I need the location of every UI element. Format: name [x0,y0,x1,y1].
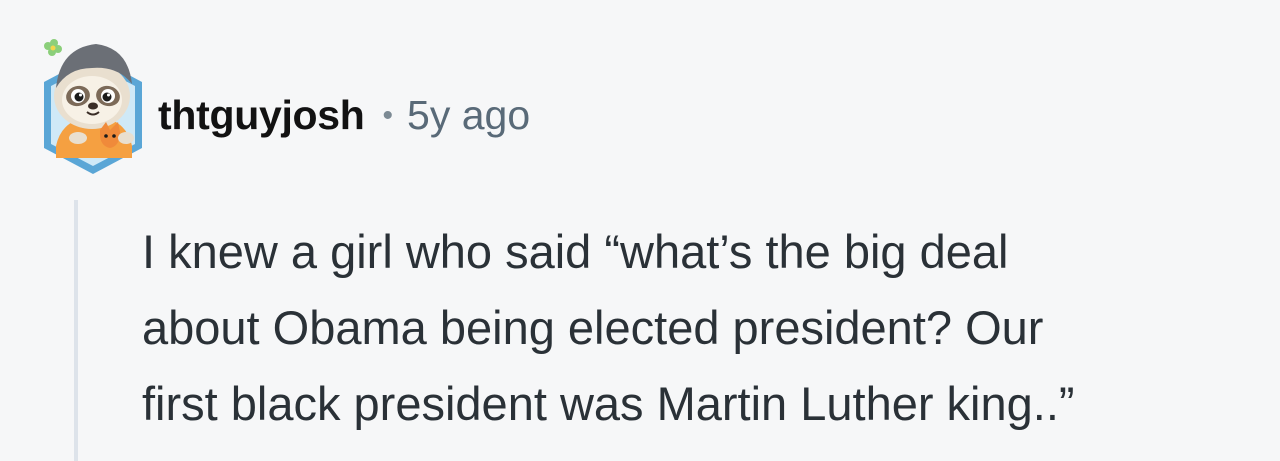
username-link[interactable]: thtguyjosh [158,92,365,139]
meta-separator: • [382,98,394,132]
sloth-avatar-icon [44,39,142,174]
comment-body: I knew a girl who said “what’s the big d… [142,214,1262,442]
comment-meta: thtguyjosh • 5y ago [158,92,530,139]
comment: thtguyjosh • 5y ago I knew a girl who sa… [0,0,1280,461]
timestamp[interactable]: 5y ago [407,92,530,139]
thread-collapse-line[interactable] [74,200,78,461]
comment-body-line: about Obama being elected president? Our [142,301,1044,354]
comment-body-line: I knew a girl who said “what’s the big d… [142,225,1009,278]
user-avatar[interactable] [34,38,152,178]
comment-body-line: first black president was Martin Luther … [142,377,1075,430]
